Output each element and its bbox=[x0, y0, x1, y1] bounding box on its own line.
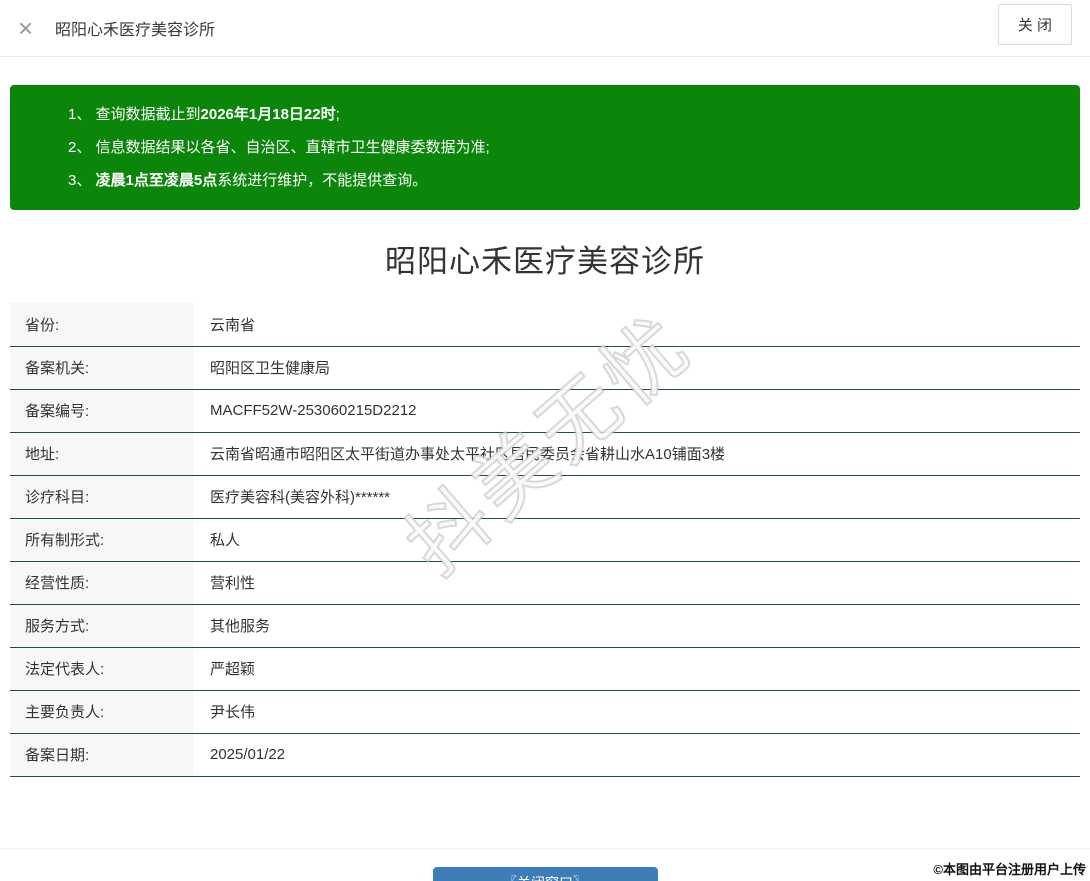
notice-3-bold: 凌晨1点至凌晨5点 bbox=[96, 172, 218, 189]
row-label: 备案编号: bbox=[10, 389, 193, 432]
table-row: 诊疗科目: 医疗美容科(美容外科)****** bbox=[10, 475, 1080, 518]
table-row: 服务方式: 其他服务 bbox=[10, 604, 1080, 647]
row-label: 主要负责人: bbox=[10, 690, 193, 733]
table-row: 省份: 云南省 bbox=[10, 303, 1080, 346]
table-row: 备案编号: MACFF52W-253060215D2212 bbox=[10, 389, 1080, 432]
notice-line-3: 3、 凌晨1点至凌晨5点系统进行维护，不能提供查询。 bbox=[68, 164, 1060, 197]
row-value: 尹长伟 bbox=[193, 690, 1080, 733]
notice-3-post: 系统进行维护，不能提供查询。 bbox=[217, 172, 427, 189]
footer: 〖关闭窗口〗 bbox=[0, 848, 1090, 881]
row-value: 营利性 bbox=[193, 561, 1080, 604]
row-value: 其他服务 bbox=[193, 604, 1080, 647]
close-x-icon[interactable]: × bbox=[18, 15, 33, 41]
row-label: 地址: bbox=[10, 432, 193, 475]
notice-banner: 1、 查询数据截止到2026年1月18日22时; 2、 信息数据结果以各省、自治… bbox=[10, 85, 1080, 210]
row-label: 经营性质: bbox=[10, 561, 193, 604]
row-value: 医疗美容科(美容外科)****** bbox=[193, 475, 1080, 518]
row-value: 云南省 bbox=[193, 303, 1080, 346]
spacer bbox=[0, 777, 1090, 848]
top-bar: × 昭阳心禾医疗美容诊所 关 闭 bbox=[0, 0, 1090, 57]
table-row: 经营性质: 营利性 bbox=[10, 561, 1080, 604]
notice-line-1: 1、 查询数据截止到2026年1月18日22时; bbox=[68, 98, 1060, 131]
window-title: 昭阳心禾医疗美容诊所 bbox=[55, 16, 215, 40]
row-value: 云南省昭通市昭阳区太平街道办事处太平社区居民委员会省耕山水A10铺面3楼 bbox=[193, 432, 1080, 475]
page: × 昭阳心禾医疗美容诊所 关 闭 1、 查询数据截止到2026年1月18日22时… bbox=[0, 0, 1090, 881]
copyright-note: ©本图由平台注册用户上传 bbox=[933, 859, 1086, 878]
table-row: 法定代表人: 严超颖 bbox=[10, 647, 1080, 690]
clinic-info-table: 省份: 云南省 备案机关: 昭阳区卫生健康局 备案编号: MACFF52W-25… bbox=[10, 303, 1080, 777]
row-label: 法定代表人: bbox=[10, 647, 193, 690]
notice-1-num: 1、 bbox=[68, 106, 96, 123]
notice-1-post: ; bbox=[336, 106, 340, 123]
row-label: 备案机关: bbox=[10, 346, 193, 389]
row-value: 昭阳区卫生健康局 bbox=[193, 346, 1080, 389]
notice-2-num: 2、 bbox=[68, 139, 96, 156]
row-label: 省份: bbox=[10, 303, 193, 346]
row-value: 严超颖 bbox=[193, 647, 1080, 690]
clinic-title: 昭阳心禾医疗美容诊所 bbox=[0, 236, 1090, 281]
row-value: 私人 bbox=[193, 518, 1080, 561]
close-button[interactable]: 关 闭 bbox=[998, 4, 1072, 45]
row-label: 所有制形式: bbox=[10, 518, 193, 561]
table-row: 主要负责人: 尹长伟 bbox=[10, 690, 1080, 733]
row-label: 诊疗科目: bbox=[10, 475, 193, 518]
table-row: 地址: 云南省昭通市昭阳区太平街道办事处太平社区居民委员会省耕山水A10铺面3楼 bbox=[10, 432, 1080, 475]
notice-1-bold: 2026年1月18日22时 bbox=[201, 106, 336, 123]
row-label: 备案日期: bbox=[10, 733, 193, 776]
notice-2-text: 信息数据结果以各省、自治区、直辖市卫生健康委数据为准; bbox=[96, 139, 490, 156]
table-row: 所有制形式: 私人 bbox=[10, 518, 1080, 561]
close-window-button[interactable]: 〖关闭窗口〗 bbox=[433, 867, 658, 881]
notice-3-num: 3、 bbox=[68, 172, 96, 189]
row-value: MACFF52W-253060215D2212 bbox=[193, 389, 1080, 432]
row-label: 服务方式: bbox=[10, 604, 193, 647]
notice-line-2: 2、 信息数据结果以各省、自治区、直辖市卫生健康委数据为准; bbox=[68, 131, 1060, 164]
notice-1-text: 查询数据截止到 bbox=[96, 106, 201, 123]
row-value: 2025/01/22 bbox=[193, 733, 1080, 776]
table-row: 备案机关: 昭阳区卫生健康局 bbox=[10, 346, 1080, 389]
table-row: 备案日期: 2025/01/22 bbox=[10, 733, 1080, 776]
